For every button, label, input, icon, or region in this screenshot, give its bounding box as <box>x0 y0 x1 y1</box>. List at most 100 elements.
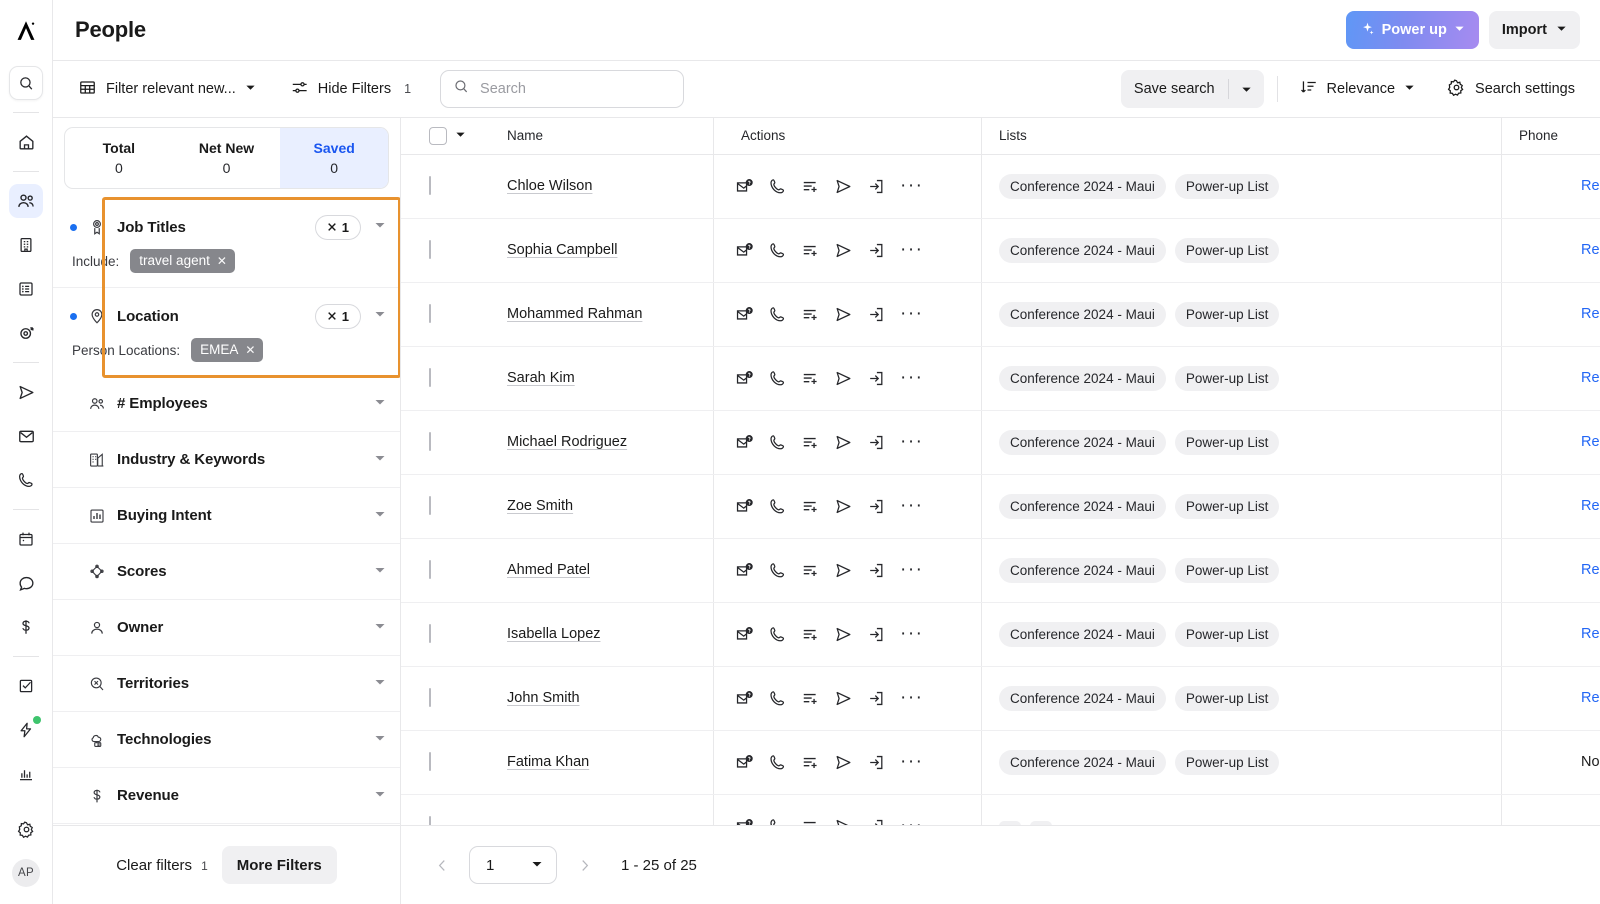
more-actions-icon[interactable]: ··· <box>900 304 923 323</box>
push-to-crm-icon[interactable] <box>867 561 886 580</box>
person-name-link[interactable]: Sarah Kim <box>507 370 575 386</box>
list-chip[interactable]: Power-up List <box>1174 365 1280 391</box>
sort-relevance-button[interactable]: Relevance <box>1291 71 1425 107</box>
rail-search[interactable] <box>9 66 43 100</box>
filter-row-owner[interactable]: Owner <box>53 600 400 656</box>
more-actions-icon[interactable]: ··· <box>900 688 923 707</box>
row-checkbox[interactable] <box>429 560 431 579</box>
table-row[interactable]: Zoe Smith ··· Conference 2024 - Maui Pow… <box>401 474 1600 539</box>
table-row[interactable]: John Smith ··· Conference 2024 - Maui Po… <box>401 666 1600 731</box>
list-chip[interactable]: Power-up List <box>1174 237 1280 263</box>
saved-view-selector[interactable]: Filter relevant new... <box>69 71 265 108</box>
request-phone-link[interactable]: Reque <box>1581 562 1600 578</box>
phone-icon[interactable] <box>768 817 787 825</box>
count-net-new[interactable]: Net New 0 <box>173 128 281 188</box>
rail-enrich[interactable] <box>9 316 43 350</box>
list-chip[interactable]: Power-up List <box>1174 749 1280 775</box>
power-up-button[interactable]: Power up <box>1345 11 1479 49</box>
select-all-checkbox[interactable] <box>429 126 447 145</box>
phone-icon[interactable] <box>768 241 787 260</box>
rail-emails[interactable] <box>9 419 43 453</box>
request-phone-link[interactable]: Reque <box>1581 626 1600 642</box>
person-name-link[interactable]: Ahmed Patel <box>507 562 590 578</box>
list-chip[interactable]: Conference 2024 - Maui <box>999 557 1166 583</box>
table-row[interactable]: Mohammed Rahman ··· Conference 2024 - Ma… <box>401 282 1600 347</box>
table-scroll-area[interactable]: Name Actions Lists Phone Chloe Wilson ··… <box>401 118 1600 825</box>
add-to-list-icon[interactable] <box>801 177 820 196</box>
person-name-link[interactable]: Mohammed Rahman <box>507 306 642 322</box>
rail-calls[interactable] <box>9 463 43 497</box>
table-row[interactable]: Ahmed Patel ··· Conference 2024 - Maui P… <box>401 538 1600 603</box>
phone-icon[interactable] <box>768 625 787 644</box>
add-to-list-icon[interactable] <box>801 625 820 644</box>
rail-companies[interactable] <box>9 228 43 262</box>
push-to-crm-icon[interactable] <box>867 177 886 196</box>
list-chip[interactable]: Conference 2024 - Maui <box>999 237 1166 263</box>
chevron-right-icon[interactable] <box>571 852 597 878</box>
list-chip[interactable]: Power-up List <box>1174 621 1280 647</box>
send-sequence-icon[interactable] <box>834 753 853 772</box>
row-checkbox[interactable] <box>429 496 431 515</box>
more-actions-icon[interactable]: ··· <box>900 432 923 451</box>
phone-icon[interactable] <box>768 433 787 452</box>
list-chip[interactable]: Conference 2024 - Maui <box>999 301 1166 327</box>
avatar[interactable]: AP <box>9 856 43 890</box>
phone-icon[interactable] <box>768 689 787 708</box>
rail-settings[interactable] <box>9 812 43 846</box>
send-sequence-icon[interactable] <box>834 817 853 825</box>
list-chip[interactable]: Power-up List <box>1174 429 1280 455</box>
list-chip[interactable]: Conference 2024 - Maui <box>999 621 1166 647</box>
chevron-down-icon[interactable] <box>374 731 386 749</box>
request-phone-link[interactable]: Reque <box>1581 434 1600 450</box>
row-checkbox[interactable] <box>429 432 431 451</box>
add-to-list-icon[interactable] <box>801 241 820 260</box>
person-name-link[interactable]: John Smith <box>507 690 580 706</box>
row-checkbox[interactable] <box>429 240 431 259</box>
push-to-crm-icon[interactable] <box>867 817 886 825</box>
send-sequence-icon[interactable] <box>834 305 853 324</box>
request-phone-link[interactable]: Reque <box>1581 306 1600 322</box>
email-verify-icon[interactable] <box>735 241 754 260</box>
push-to-crm-icon[interactable] <box>867 433 886 452</box>
chevron-down-icon[interactable] <box>374 451 386 469</box>
filter-row-location[interactable]: Location 1 <box>53 288 400 344</box>
email-verify-icon[interactable] <box>735 177 754 196</box>
person-name-link[interactable]: Chloe Wilson <box>507 178 592 194</box>
row-checkbox[interactable] <box>429 688 431 707</box>
rail-home[interactable] <box>9 125 43 159</box>
save-search-button[interactable]: Save search <box>1121 81 1228 97</box>
list-chip[interactable]: Power-up List <box>1174 173 1280 199</box>
table-row[interactable]: Sophia Campbell ··· Conference 2024 - Ma… <box>401 218 1600 283</box>
row-checkbox[interactable] <box>429 624 431 643</box>
send-sequence-icon[interactable] <box>834 369 853 388</box>
phone-icon[interactable] <box>768 369 787 388</box>
send-sequence-icon[interactable] <box>834 497 853 516</box>
filter-scroll-area[interactable]: Total 0 Net New 0 Saved 0 Job Titles 1 I… <box>53 118 400 825</box>
list-chip[interactable]: Conference 2024 - Maui <box>999 173 1166 199</box>
add-to-list-icon[interactable] <box>801 753 820 772</box>
clear-location-button[interactable]: 1 <box>314 303 361 329</box>
more-actions-icon[interactable]: ··· <box>900 240 923 259</box>
phone-icon[interactable] <box>768 561 787 580</box>
filter-row-job-titles[interactable]: Job Titles 1 <box>53 199 400 255</box>
row-checkbox[interactable] <box>429 816 431 825</box>
list-chip[interactable] <box>999 821 1021 825</box>
email-verify-icon[interactable] <box>735 561 754 580</box>
add-to-list-icon[interactable] <box>801 305 820 324</box>
clear-filters-button[interactable]: Clear filters 1 <box>116 857 208 874</box>
phone-icon[interactable] <box>768 753 787 772</box>
email-verify-icon[interactable] <box>735 305 754 324</box>
table-row[interactable]: ··· <box>401 794 1600 825</box>
add-to-list-icon[interactable] <box>801 689 820 708</box>
close-icon[interactable]: ✕ <box>217 254 227 268</box>
more-actions-icon[interactable]: ··· <box>900 816 923 825</box>
request-phone-link[interactable]: Reque <box>1581 242 1600 258</box>
push-to-crm-icon[interactable] <box>867 753 886 772</box>
row-checkbox[interactable] <box>429 752 431 771</box>
send-sequence-icon[interactable] <box>834 561 853 580</box>
chevron-down-icon[interactable] <box>374 395 386 413</box>
list-chip[interactable]: Conference 2024 - Maui <box>999 365 1166 391</box>
filter-row-industry-keywords[interactable]: Industry & Keywords <box>53 432 400 488</box>
rail-conversations[interactable] <box>9 566 43 600</box>
add-to-list-icon[interactable] <box>801 433 820 452</box>
